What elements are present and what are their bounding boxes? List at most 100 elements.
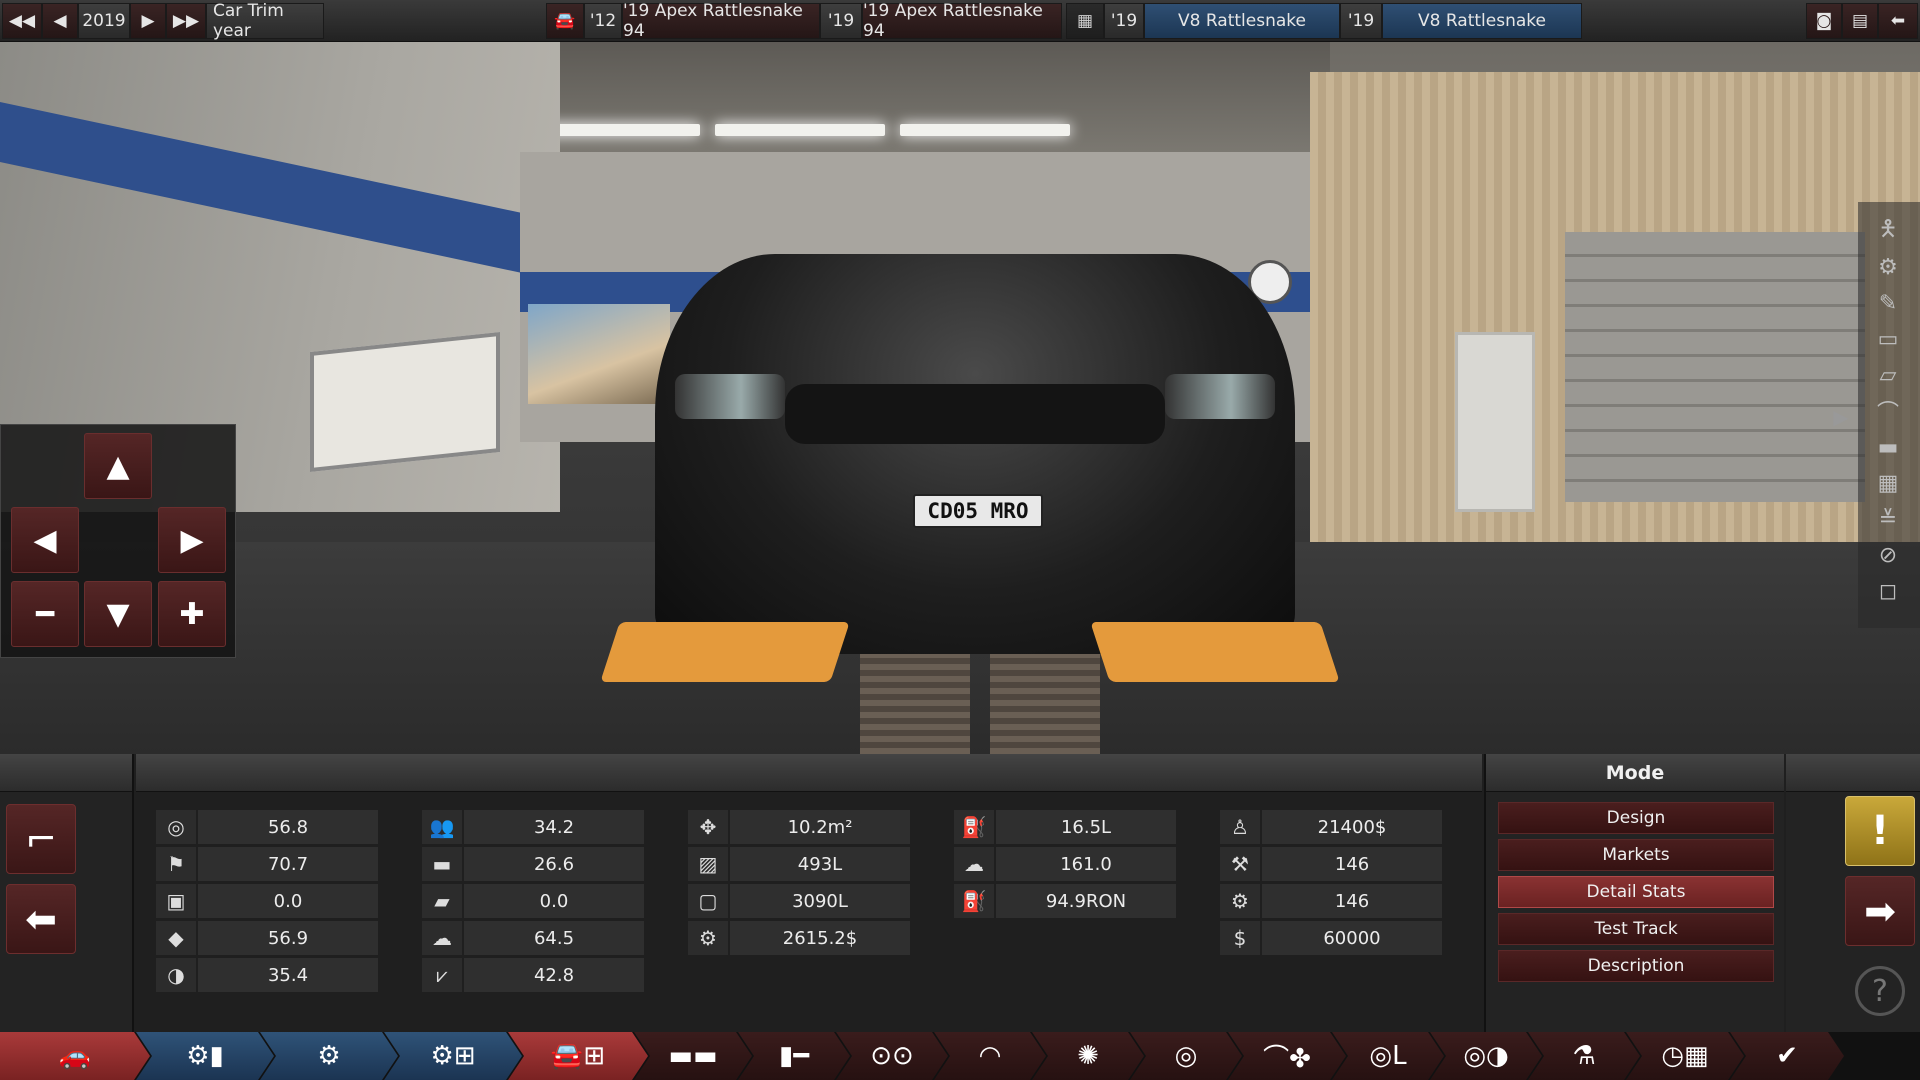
stat-drivability: ◎ 56.8	[156, 810, 378, 844]
mode-test-track-button[interactable]: Test Track	[1498, 913, 1774, 945]
zoom-in-button[interactable]: ✚	[158, 581, 226, 647]
camera-right-button[interactable]: ▶	[158, 507, 226, 573]
stat-emissions: ☁ 161.0	[954, 847, 1176, 881]
grille	[785, 384, 1165, 444]
stat-price: ♙ 21400$	[1220, 810, 1442, 844]
tab-safety-icon[interactable]: ◎◑	[1430, 1032, 1542, 1080]
left-actions: ⌐ ⬅	[0, 754, 134, 1032]
warning-icon[interactable]: !	[1845, 796, 1915, 866]
wall-poster	[528, 304, 670, 404]
mode-design-button[interactable]: Design	[1498, 802, 1774, 834]
car-side-icon[interactable]: ▬	[1871, 432, 1905, 462]
tab-engine-tune-icon[interactable]: ⚙⊞	[384, 1032, 522, 1080]
window-icon[interactable]: ◻	[1871, 576, 1905, 606]
no-entry-icon[interactable]: ⊘	[1871, 540, 1905, 570]
steering-wheel-icon: ◎	[156, 810, 196, 844]
tab-drivetrain-icon[interactable]: ⊙⊙	[836, 1032, 948, 1080]
paint-icon[interactable]: ✎	[1871, 288, 1905, 318]
tab-engine-parts-icon[interactable]: ⚙	[260, 1032, 398, 1080]
tab-tires-icon[interactable]: ◠	[934, 1032, 1046, 1080]
stat-offroad: ▰ 0.0	[422, 884, 644, 918]
rewind-year-icon[interactable]: ◀◀	[2, 3, 42, 39]
design-stage-tabs: 🚗 ⚙▮ ⚙ ⚙⊞ 🚘⊞ ▬▬ ▮━ ⊙⊙ ◠ ✺ ◎ ⌒✤ ◎L ◎◑ ⚗ ◷…	[0, 1032, 1920, 1080]
checkered-flag-icon: ⚑	[156, 847, 196, 881]
tab-performance-icon[interactable]: ◷▦	[1626, 1032, 1744, 1080]
roof-icon[interactable]: ⌒	[1871, 396, 1905, 426]
tab-aero-icon[interactable]: ⌒✤	[1228, 1032, 1346, 1080]
next-arrow-icon[interactable]: ➡	[1845, 876, 1915, 946]
passengers-icon: 👥	[422, 810, 462, 844]
year-display: 2019	[78, 3, 130, 39]
car-model: CD05 MRO	[655, 254, 1295, 654]
mode-description-button[interactable]: Description	[1498, 950, 1774, 982]
back-arrow-icon[interactable]: ⬅	[6, 884, 76, 954]
suspension-icon[interactable]: ≚	[1871, 504, 1905, 534]
tab-chassis-icon[interactable]: ▬▬	[634, 1032, 752, 1080]
prev-year-icon[interactable]: ◀	[42, 3, 78, 39]
next-year-icon[interactable]: ▶	[130, 3, 166, 39]
camera-down-button[interactable]: ▼	[84, 581, 152, 647]
bottom-panel: ⌐ ⬅ ◎ 56.8 ⚑ 70.7 ▣ 0.0 ◆ 56.9 ◑ 35.4 👥 34.2 ▬…	[0, 754, 1920, 1032]
forward-year-icon[interactable]: ▶▶	[166, 3, 206, 39]
calculator-icon[interactable]: ▤	[1842, 3, 1878, 39]
engine-b-name[interactable]: V8 Rattlesnake	[1382, 3, 1582, 39]
garage-door	[1565, 232, 1865, 502]
stat-cargo: ▨ 493L	[688, 847, 910, 881]
stat-cost: ⚙ 2615.2$	[688, 921, 910, 955]
engine-compare-icon[interactable]: ▦	[1066, 3, 1104, 39]
cargo-icon: ▨	[688, 847, 728, 881]
ceiling-light	[900, 124, 1070, 136]
body-icon[interactable]: ▱	[1871, 360, 1905, 390]
tab-brakes-icon[interactable]: ◎	[1130, 1032, 1242, 1080]
dimensions-icon: ✥	[688, 810, 728, 844]
chassis-icon[interactable]: ▭	[1871, 324, 1905, 354]
tab-suspension-icon[interactable]: ▮━	[738, 1032, 850, 1080]
trim-year-label: Car Trim year	[206, 1, 324, 41]
engine-a-name[interactable]: V8 Rattlesnake	[1144, 3, 1340, 39]
compare-a-trim[interactable]: '19 Apex Rattlesnake 94	[622, 1, 820, 41]
tab-car-model-icon[interactable]: 🚗	[0, 1032, 150, 1080]
engine-icon[interactable]: ▦	[1871, 468, 1905, 498]
camera-icon[interactable]: ◙	[1806, 3, 1842, 39]
driver-icon[interactable]: 🯅	[1871, 216, 1905, 246]
cost-gear-icon: ⚙	[688, 921, 728, 955]
tab-car-trim-icon[interactable]: 🚘⊞	[508, 1032, 648, 1080]
side-door	[1455, 332, 1535, 512]
safety-icon: ◑	[156, 958, 196, 992]
stat-utility: ▬ 26.6	[422, 847, 644, 881]
tab-engine-family-icon[interactable]: ⚙▮	[136, 1032, 274, 1080]
stat-budget: $60000	[1220, 921, 1442, 955]
dollar-icon: $	[1220, 921, 1260, 955]
offroad-icon: ▰	[422, 884, 462, 918]
compare-b-trim[interactable]: '19 Apex Rattlesnake 94	[862, 1, 1062, 41]
tab-wheels-icon[interactable]: ✺	[1032, 1032, 1144, 1080]
diamond-icon: ◆	[156, 921, 196, 955]
license-plate: CD05 MRO	[913, 494, 1043, 528]
camera-left-button[interactable]: ◀	[11, 507, 79, 573]
top-bar: ◀◀ ◀ 2019 ▶ ▶▶ Car Trim year 🚘 '12 '19 A…	[0, 0, 1920, 42]
utility-truck-icon: ▬	[422, 847, 462, 881]
tab-interior-icon[interactable]: ◎L	[1332, 1032, 1444, 1080]
camera-up-button[interactable]: ▲	[84, 433, 152, 499]
stat-fuel-tank: ⛽ 16.5L	[954, 810, 1176, 844]
compare-a-year: '12	[584, 3, 622, 39]
stat-engineering: ⚙ 146	[1220, 884, 1442, 918]
mode-detail-stats-button[interactable]: Detail Stats	[1498, 876, 1774, 908]
back-icon[interactable]: ⬅	[1878, 3, 1918, 39]
lift-arm-left	[600, 622, 850, 682]
mode-markets-button[interactable]: Markets	[1498, 839, 1774, 871]
garage-viewport[interactable]: CD05 MRO	[0, 42, 1920, 754]
car-compare-icon[interactable]: 🚘	[546, 3, 584, 39]
drawing-board	[310, 332, 500, 472]
expand-toolstrip-icon[interactable]: ▶	[1830, 402, 1852, 432]
zoom-out-button[interactable]: ━	[11, 581, 79, 647]
help-icon[interactable]: ?	[1855, 966, 1905, 1016]
tab-finish-icon[interactable]: ✔	[1730, 1032, 1844, 1080]
graph-icon[interactable]: ⌐	[6, 804, 76, 874]
tab-testing-icon[interactable]: ⚗	[1528, 1032, 1640, 1080]
seat-icon: ▣	[156, 884, 196, 918]
camera-controls: ▲ ◀ ▶ ━ ▼ ✚	[0, 424, 236, 658]
headlight-right	[1165, 374, 1275, 419]
wheel-icon[interactable]: ⚙	[1871, 252, 1905, 282]
fuel-tank-icon: ⛽	[954, 810, 994, 844]
